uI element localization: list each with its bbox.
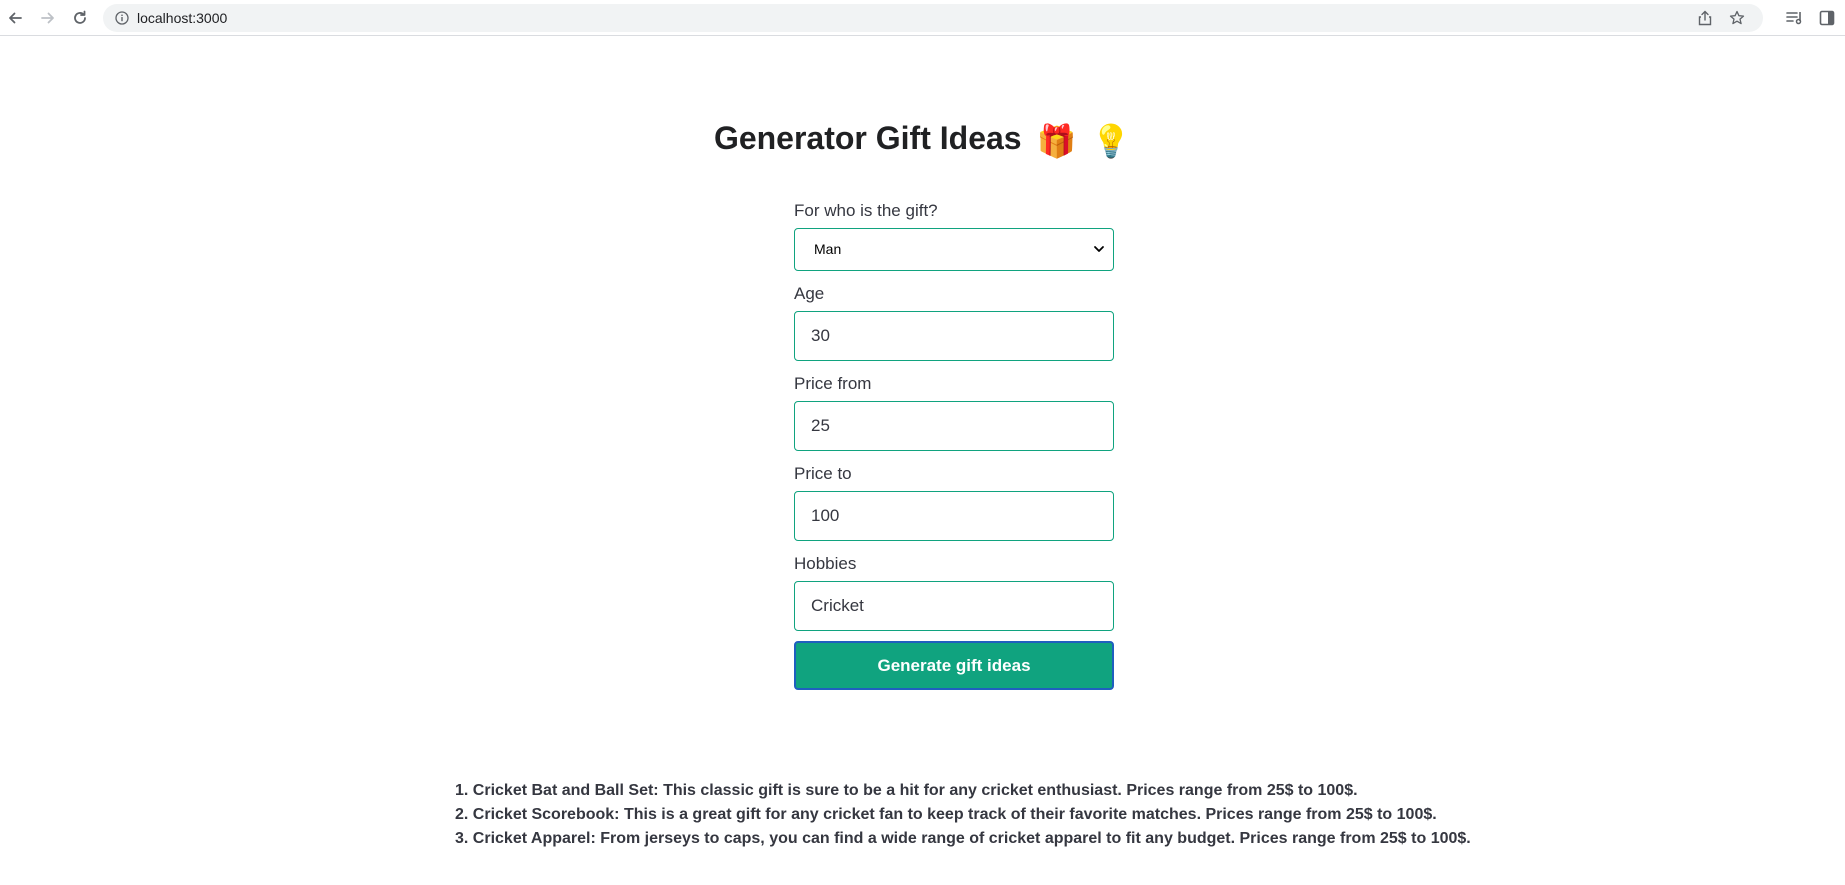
result-item: 1. Cricket Bat and Ball Set: This classi… (455, 782, 1358, 799)
light-bulb-icon: 💡 (1091, 122, 1132, 159)
price-from-label: Price from (794, 374, 872, 393)
gift-for-label: For who is the gift? (794, 201, 938, 220)
gift-for-select[interactable]: Man (794, 228, 1114, 271)
age-input[interactable]: 30 (794, 311, 1114, 361)
price-to-label: Price to (794, 464, 852, 483)
price-from-input[interactable]: 25 (794, 401, 1114, 451)
star-icon[interactable] (1727, 9, 1747, 27)
page-title-text: Generator Gift Ideas (713, 120, 1022, 156)
arrow-right-icon (41, 12, 54, 24)
info-icon[interactable] (113, 9, 131, 27)
result-item: 3. Cricket Apparel: From jerseys to caps… (455, 830, 1471, 847)
browser-toolbar: localhost:3000 (0, 0, 1845, 36)
side-panel-button[interactable] (1816, 7, 1838, 29)
hobbies-input[interactable]: Cricket (794, 581, 1114, 631)
gift-for-value: Man (814, 241, 842, 257)
side-panel-icon (1819, 10, 1835, 26)
reading-list-icon (1786, 12, 1802, 25)
gift-icon: 🎁 (1036, 122, 1077, 159)
age-label: Age (794, 284, 825, 303)
chevron-down-icon (1094, 246, 1104, 252)
hobbies-label: Hobbies (794, 554, 857, 573)
forward-button[interactable] (37, 7, 59, 29)
reload-button[interactable] (69, 7, 91, 29)
address-bar[interactable]: localhost:3000 (103, 4, 1763, 32)
price-to-input[interactable]: 100 (794, 491, 1114, 541)
result-item: 2. Cricket Scorebook: This is a great gi… (455, 806, 1437, 823)
url-text[interactable]: localhost:3000 (137, 4, 227, 32)
share-icon[interactable] (1695, 9, 1715, 27)
reading-list-button[interactable] (1784, 7, 1806, 29)
reload-icon (74, 10, 86, 24)
generate-gift-ideas-button[interactable]: Generate gift ideas (794, 641, 1114, 690)
arrow-left-icon (9, 12, 22, 24)
gift-ideas-result: 1. Cricket Bat and Ball Set: This classi… (455, 779, 1555, 851)
gift-form: For who is the gift? Man Age 30 Price fr… (794, 200, 1114, 690)
page-title: Generator Gift Ideas 🎁 💡 (0, 114, 1845, 165)
back-button[interactable] (4, 7, 26, 29)
